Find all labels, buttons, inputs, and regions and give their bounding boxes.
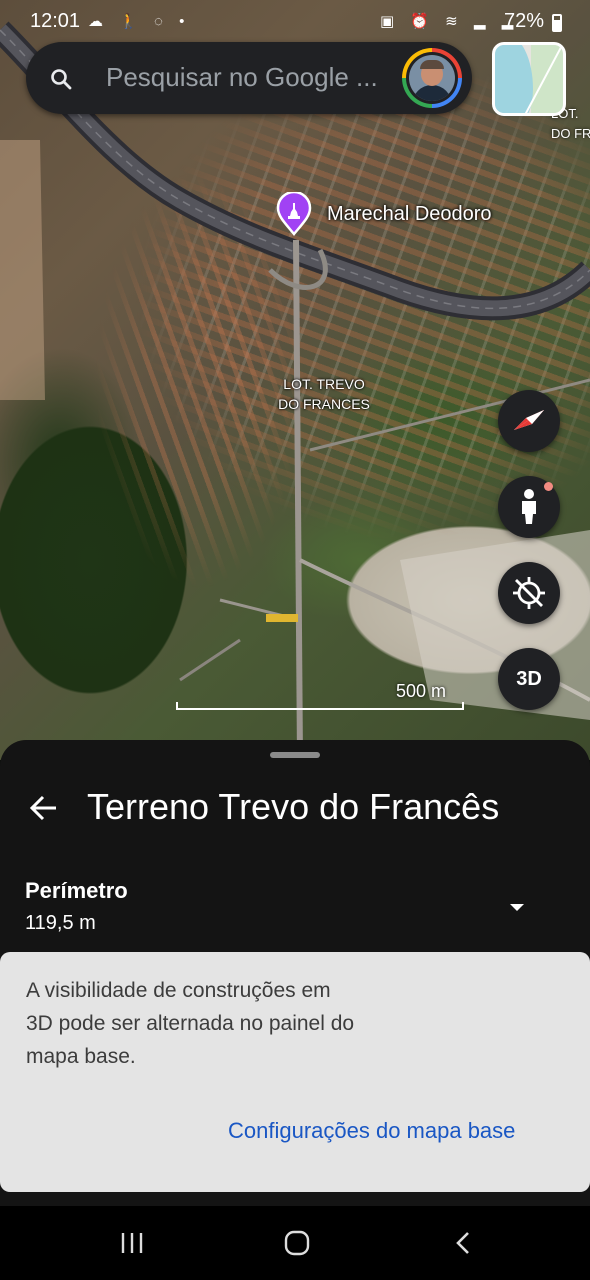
compass-button[interactable] bbox=[498, 390, 560, 452]
map-thumb-land bbox=[531, 45, 563, 113]
map-thumb-inner bbox=[495, 45, 563, 113]
caret-down-icon[interactable] bbox=[500, 898, 534, 918]
home-icon[interactable] bbox=[282, 1228, 312, 1258]
notification-dot bbox=[544, 482, 553, 491]
search-input[interactable]: Pesquisar no Google ... bbox=[106, 62, 378, 93]
status-notification-icons: ☁ 🚶 ◌ • bbox=[88, 13, 191, 30]
recent-apps-icon[interactable] bbox=[118, 1228, 146, 1258]
scale-text: 500 m bbox=[396, 681, 447, 701]
snackbar-message: A visibilidade de construções em 3D pode… bbox=[26, 979, 355, 1068]
area-label-line2: DO FRANCES bbox=[278, 396, 370, 412]
avatar-hair bbox=[420, 60, 444, 69]
feature-title: Terreno Trevo do Francês bbox=[87, 786, 500, 827]
avatar-body bbox=[412, 85, 452, 101]
back-nav-icon[interactable] bbox=[450, 1228, 478, 1258]
avatar-photo bbox=[409, 55, 455, 101]
account-avatar[interactable] bbox=[402, 48, 462, 108]
map-thumb-water bbox=[495, 45, 533, 113]
my-location-button[interactable] bbox=[498, 562, 560, 624]
scale-bar bbox=[176, 702, 464, 710]
place-label[interactable]: Marechal Deodoro bbox=[327, 203, 492, 226]
toggle-3d-button[interactable]: 3D bbox=[498, 648, 560, 710]
compass-icon bbox=[514, 410, 544, 430]
street-view-button[interactable] bbox=[498, 476, 560, 538]
location-disabled-icon bbox=[513, 577, 545, 609]
search-icon[interactable] bbox=[50, 68, 72, 90]
edge-label-line2: DO FR bbox=[551, 126, 590, 141]
back-arrow-icon[interactable] bbox=[26, 788, 66, 828]
sheet-drag-handle[interactable] bbox=[270, 752, 320, 758]
area-label-line1: LOT. TREVO bbox=[283, 376, 365, 392]
place-pin-icon[interactable] bbox=[276, 192, 312, 236]
status-bar: 12:01 ☁ 🚶 ◌ • ▣ ⏰ ≋ ▂ ▂ 72% bbox=[0, 0, 590, 44]
status-time: 12:01 bbox=[30, 10, 81, 32]
map-style-thumbnail[interactable] bbox=[492, 42, 566, 116]
battery-percent: 72% bbox=[504, 10, 545, 32]
metric-value: 119,5 m bbox=[25, 912, 96, 934]
basemap-settings-button[interactable]: Configurações do mapa base bbox=[228, 1118, 515, 1144]
area-label: LOT. TREVO DO FRANCES bbox=[268, 374, 380, 414]
system-navigation-bar bbox=[0, 1206, 590, 1280]
battery-icon bbox=[552, 14, 562, 32]
status-system-icons: ▣ ⏰ ≋ ▂ ▂ bbox=[380, 13, 520, 30]
metric-label: Perímetro bbox=[25, 878, 128, 903]
info-snackbar: A visibilidade de construções em 3D pode… bbox=[0, 952, 590, 1192]
